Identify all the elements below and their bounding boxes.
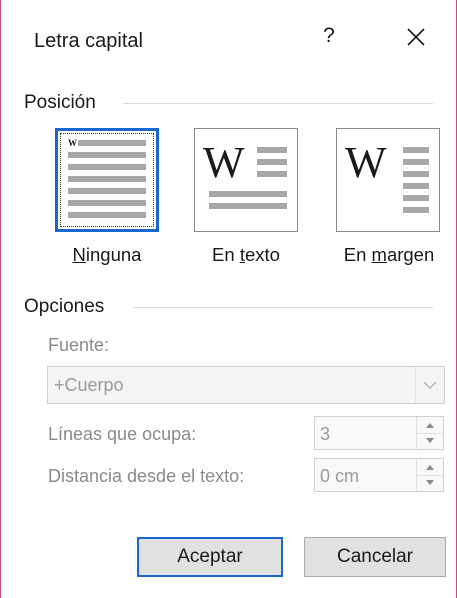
decrement-button[interactable] — [417, 475, 443, 491]
text-line-icon — [403, 171, 429, 177]
label-text: En — [212, 244, 240, 265]
triangle-down-icon — [426, 480, 434, 485]
cancel-button[interactable]: Cancelar — [304, 537, 446, 577]
distance-label: Distancia desde el texto: — [48, 466, 245, 486]
triangle-up-icon — [426, 465, 434, 470]
lines-value: 3 — [320, 424, 331, 444]
position-dropped-label[interactable]: En texto — [190, 244, 302, 266]
text-line-icon — [257, 171, 287, 177]
distance-stepper[interactable]: 0 cm — [314, 458, 444, 492]
label-text: argen — [386, 244, 435, 265]
position-section-heading: Posición — [24, 92, 96, 113]
position-section-divider — [123, 103, 433, 104]
access-key: N — [72, 244, 86, 265]
drop-cap-dialog: Letra capital ? Posición W Ninguna W En … — [0, 0, 457, 598]
font-select-value: +Cuerpo — [54, 375, 124, 395]
position-none-option[interactable]: W — [55, 128, 159, 232]
increment-button[interactable] — [417, 417, 443, 434]
text-line-icon — [209, 191, 287, 197]
chevron-down-icon[interactable] — [415, 367, 444, 403]
decrement-button[interactable] — [417, 433, 443, 449]
help-button[interactable]: ? — [317, 24, 341, 54]
text-line-icon — [209, 203, 287, 209]
lines-stepper[interactable]: 3 — [314, 416, 444, 450]
ok-button[interactable]: Aceptar — [137, 537, 283, 577]
text-line-icon — [403, 159, 429, 165]
label-text: En — [343, 244, 372, 265]
triangle-down-icon — [426, 438, 434, 443]
preview-margin-letter: W — [345, 138, 387, 187]
access-key: m — [371, 244, 387, 265]
text-line-icon — [68, 176, 146, 182]
label-text: inguna — [85, 244, 142, 265]
preview-small-letter: W — [68, 138, 77, 148]
label-text: exto — [244, 244, 280, 265]
stepper-buttons — [416, 417, 443, 449]
position-dropped-option[interactable]: W — [194, 128, 298, 232]
font-label: Fuente: — [48, 335, 110, 355]
text-line-icon — [68, 188, 146, 194]
text-line-icon — [257, 159, 287, 165]
text-line-icon — [403, 207, 429, 213]
close-icon — [401, 22, 431, 52]
text-line-icon — [403, 183, 429, 189]
text-line-icon — [403, 195, 429, 201]
options-section-heading: Opciones — [24, 296, 105, 317]
text-line-icon — [257, 147, 287, 153]
increment-button[interactable] — [417, 459, 443, 476]
position-none-label[interactable]: Ninguna — [55, 244, 159, 266]
preview-drop-letter: W — [203, 138, 245, 187]
font-select[interactable]: +Cuerpo — [47, 366, 445, 404]
position-margin-label[interactable]: En margen — [331, 244, 447, 266]
triangle-up-icon — [426, 423, 434, 428]
position-margin-option[interactable]: W — [336, 128, 440, 232]
text-line-icon — [68, 212, 146, 218]
lines-label: Líneas que ocupa: — [48, 424, 197, 444]
text-line-icon — [68, 164, 146, 170]
close-button[interactable] — [401, 22, 431, 52]
text-line-icon — [403, 147, 429, 153]
distance-value: 0 cm — [320, 466, 360, 486]
options-section-divider — [133, 307, 433, 308]
dialog-title: Letra capital — [34, 30, 143, 52]
text-line-icon — [68, 152, 146, 158]
title-bar: Letra capital ? — [1, 0, 456, 78]
text-line-icon — [78, 140, 146, 146]
stepper-buttons — [416, 459, 443, 491]
text-line-icon — [68, 200, 146, 206]
